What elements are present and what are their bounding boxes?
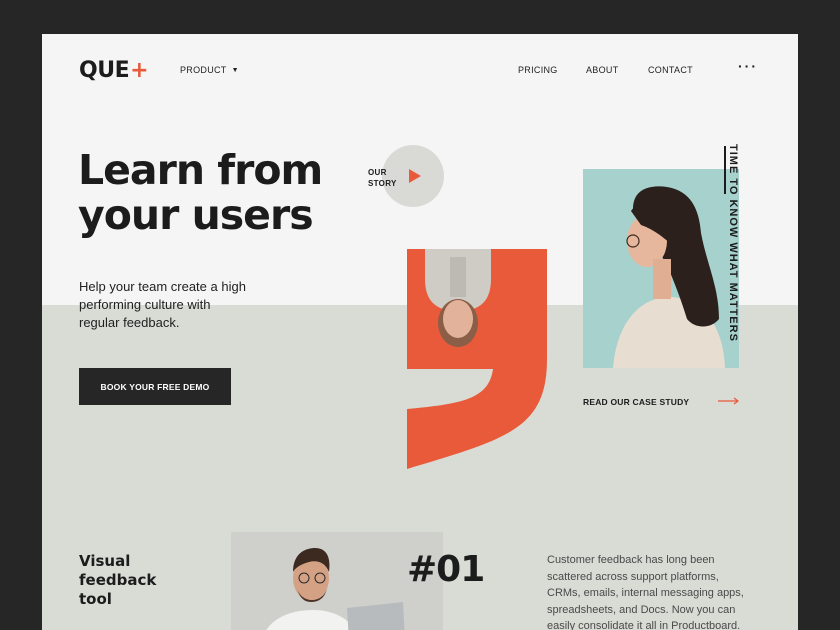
nav-contact-link[interactable]: CONTACT (648, 65, 693, 75)
caret-down-icon: ▼ (231, 66, 239, 74)
hero-y-figure-image (407, 249, 547, 469)
logo[interactable]: QUE + (79, 58, 149, 83)
landing-page: QUE + PRODUCT ▼ PRICING ABOUT CONTACT ···… (42, 34, 798, 630)
nav-product-dropdown[interactable]: PRODUCT ▼ (180, 65, 239, 75)
hero-subtext: Help your team create a high performing … (79, 279, 246, 330)
feature-title: Visual feedback tool (79, 552, 157, 608)
nav-pricing-link[interactable]: PRICING (518, 65, 558, 75)
our-story-label[interactable]: OUR STORY (368, 167, 408, 189)
customer-photo (583, 169, 739, 368)
woman-portrait-image (613, 186, 725, 368)
vertical-tagline: TIME TO KNOW WHAT MATTERS (727, 144, 739, 342)
play-icon (409, 169, 421, 183)
feature-description: Customer feedback has long been scattere… (547, 554, 744, 630)
nav-about-link[interactable]: ABOUT (586, 65, 619, 75)
feature-number: #01 (407, 549, 485, 590)
book-demo-button[interactable]: BOOK YOUR FREE DEMO (79, 368, 231, 405)
logo-text: QUE (79, 58, 130, 83)
arrow-right-icon[interactable] (718, 396, 740, 406)
nav-product-label: PRODUCT (180, 65, 227, 75)
logo-plus-icon: + (130, 58, 149, 83)
more-dots-icon[interactable]: ··· (738, 58, 758, 74)
read-case-study-link[interactable]: READ OUR CASE STUDY (583, 397, 689, 407)
hero-headline: Learn from your users (78, 146, 323, 239)
